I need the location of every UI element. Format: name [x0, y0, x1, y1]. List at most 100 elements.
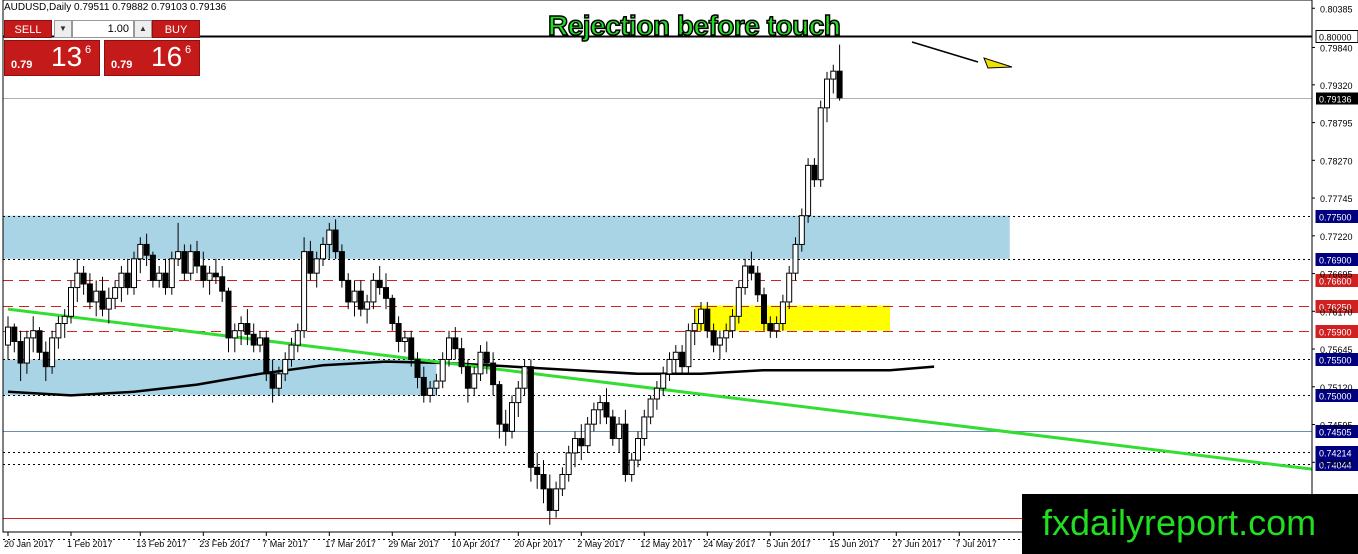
- candle-36: [231, 323, 238, 353]
- candle-body-6: [42, 351, 49, 368]
- candle-body-123: [779, 301, 786, 325]
- candle-body-18: [118, 272, 125, 289]
- candle-body-20: [131, 258, 137, 289]
- candle-body-85: [540, 473, 547, 490]
- candle-92: [584, 416, 591, 453]
- candle-body-84: [534, 466, 541, 475]
- candle-body-3: [23, 337, 30, 364]
- candle-96: [609, 409, 616, 446]
- candle-body-45: [288, 344, 295, 360]
- candle-body-47: [301, 251, 308, 332]
- candle-131: [830, 64, 837, 94]
- sell-price-fraction: 6: [85, 44, 92, 56]
- candle-83: [527, 359, 534, 482]
- y-tick-label-12: 0.74070: [1320, 458, 1353, 468]
- candle-74: [471, 366, 478, 396]
- candle-body-42: [269, 373, 276, 389]
- price-chart[interactable]: 0.800000.775000.769000.766000.762500.759…: [0, 0, 1358, 554]
- candle-63: [401, 330, 408, 353]
- x-tick-label-2: 13 Feb 2017: [136, 539, 187, 549]
- y-tick-label-2: 0.79320: [1320, 81, 1353, 91]
- candle-body-14: [93, 290, 100, 303]
- candle-body-2: [17, 340, 24, 364]
- candle-body-0: [5, 326, 11, 346]
- buy-button[interactable]: BUY: [152, 20, 200, 38]
- y-tick-label-0: 0.80385: [1320, 4, 1353, 14]
- lot-decrease-icon[interactable]: ▼: [54, 20, 72, 38]
- candle-body-71: [452, 337, 459, 350]
- candle-11: [74, 258, 81, 302]
- candle-body-44: [282, 358, 289, 375]
- candle-body-128: [811, 164, 818, 181]
- candle-body-103: [653, 387, 660, 400]
- candle-body-74: [471, 373, 478, 389]
- x-tick-label-10: 12 May 2017: [640, 539, 692, 549]
- candle-body-106: [672, 351, 679, 360]
- lot-size-input[interactable]: 1.00: [72, 20, 134, 38]
- candle-body-129: [817, 107, 824, 181]
- candle-body-90: [572, 438, 578, 454]
- level-label-9: 0.74214: [1319, 449, 1352, 459]
- candle-94: [597, 395, 604, 425]
- buy-price-box[interactable]: 0.79 16 6: [104, 40, 200, 76]
- candle-54: [345, 273, 352, 310]
- candle-body-117: [742, 265, 749, 289]
- x-tick-label-15: 7 Jul 2017: [955, 539, 997, 549]
- zones-layer: [3, 215, 1010, 396]
- level-label-0: 0.80000: [1319, 33, 1352, 43]
- candle-12: [80, 266, 87, 295]
- y-tick-label-6: 0.77220: [1320, 232, 1353, 242]
- candle-body-52: [332, 229, 339, 253]
- zone-2: [695, 305, 890, 331]
- y-tick-label-4: 0.78270: [1320, 156, 1353, 166]
- candle-106: [672, 345, 679, 374]
- candle-16: [105, 287, 112, 324]
- level-label-1: 0.77500: [1319, 213, 1352, 223]
- candle-body-114: [723, 330, 730, 339]
- candle-56: [357, 280, 364, 317]
- candle-61: [389, 294, 396, 331]
- candle-body-12: [80, 272, 87, 285]
- candle-body-39: [250, 333, 257, 346]
- x-tick-label-13: 15 Jun 2017: [829, 539, 879, 549]
- candle-body-113: [716, 337, 723, 346]
- candle-84: [534, 452, 541, 489]
- candle-18: [118, 266, 125, 302]
- candle-body-7: [49, 337, 56, 368]
- buy-price-prefix: 0.79: [111, 59, 133, 71]
- candle-78: [496, 381, 503, 439]
- sell-button[interactable]: SELL: [4, 20, 52, 38]
- sell-price-box[interactable]: 0.79 13 6: [4, 40, 100, 76]
- candle-124: [786, 266, 793, 310]
- lot-increase-icon[interactable]: ▲: [134, 20, 152, 38]
- candle-46: [294, 323, 301, 353]
- candle-body-66: [420, 376, 427, 396]
- candle-105: [666, 352, 673, 382]
- symbol-title: AUDUSD,Daily 0.79511 0.79882 0.79103 0.7…: [4, 2, 227, 13]
- candle-body-101: [641, 416, 648, 440]
- candle-body-109: [691, 323, 698, 332]
- candle-body-116: [735, 287, 742, 317]
- candle-body-69: [439, 358, 446, 382]
- candle-body-126: [798, 215, 805, 245]
- x-tick-label-14: 27 Jun 2017: [892, 539, 942, 549]
- candle-body-56: [357, 290, 364, 310]
- candle-85: [540, 460, 547, 504]
- candle-body-125: [792, 243, 799, 274]
- levels-layer: [3, 35, 1312, 540]
- candle-body-11: [74, 272, 81, 289]
- candle-17: [112, 280, 119, 310]
- candle-24: [156, 266, 163, 288]
- candle-body-1: [11, 326, 18, 342]
- candle-39: [250, 323, 257, 353]
- candle-body-77: [490, 362, 497, 386]
- candle-101: [641, 409, 648, 446]
- candle-113: [716, 330, 723, 360]
- candle-body-40: [257, 337, 263, 346]
- candle-95: [603, 388, 610, 425]
- candle-34: [219, 266, 226, 302]
- candle-body-35: [225, 290, 232, 339]
- candle-82: [521, 359, 528, 396]
- candle-body-63: [401, 337, 408, 342]
- candle-body-99: [628, 459, 635, 475]
